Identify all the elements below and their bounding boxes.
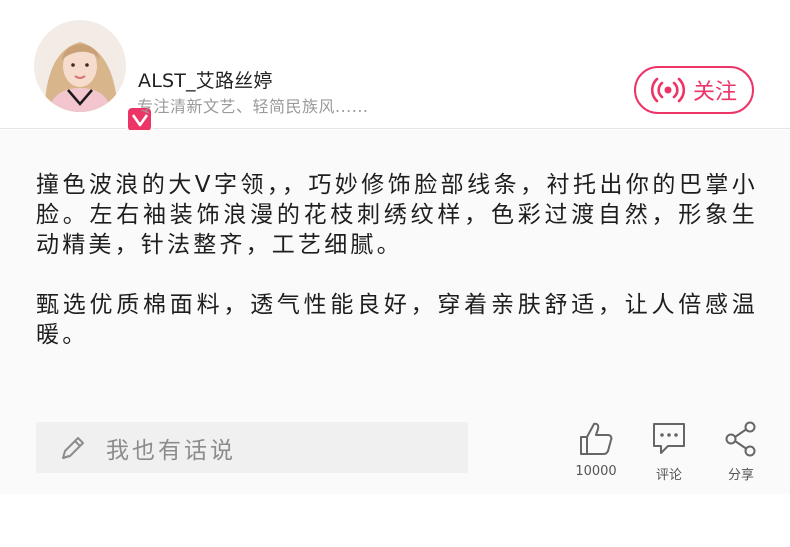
share-button[interactable]: 分享 [720,420,762,483]
like-button[interactable]: 10000 [575,420,617,479]
broadcast-icon [650,77,685,103]
post-content: 撞色波浪的大V字领，，巧妙修饰脸部线条，衬托出你的巴掌小脸。左右袖装饰浪漫的花枝… [0,130,790,494]
comment-button[interactable]: 评论 [648,420,690,483]
author-header: ALST_艾路丝婷 专注清新文艺、轻简民族风...... 关注 [0,0,790,133]
thumbs-up-icon [580,422,613,455]
follow-button[interactable]: 关注 [634,66,754,114]
article-body: 撞色波浪的大V字领，，巧妙修饰脸部线条，衬托出你的巴掌小脸。左右袖装饰浪漫的花枝… [36,170,758,380]
author-tagline: 专注清新文艺、轻简民族风...... [137,97,369,116]
comment-label: 评论 [655,468,682,483]
share-label: 分享 [727,468,754,483]
follow-button-label: 关注 [692,80,737,105]
article-paragraph: 撞色波浪的大V字领，，巧妙修饰脸部线条，衬托出你的巴掌小脸。左右袖装饰浪漫的花枝… [36,172,758,258]
author-name[interactable]: ALST_艾路丝婷 [138,66,273,93]
comment-input[interactable]: 我也有话说 [36,422,468,473]
avatar-image [34,20,126,112]
share-icon [725,421,756,457]
comment-bubble-icon [653,423,685,454]
article-paragraph: 甄选优质棉面料，透气性能良好，穿着亲肤舒适，让人倍感温暖。 [36,292,758,348]
pencil-icon [62,436,84,459]
page-footer [0,494,790,547]
comment-placeholder: 我也有话说 [106,437,236,464]
like-count: 10000 [575,464,617,479]
avatar[interactable] [34,20,153,133]
